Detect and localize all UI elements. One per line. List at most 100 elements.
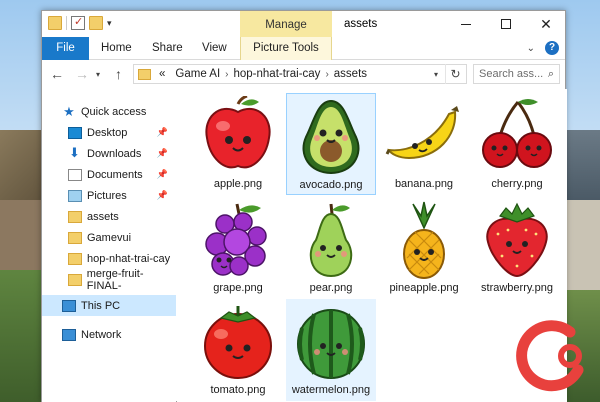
file-name: pear.png: [309, 282, 353, 294]
minimize-icon: [461, 23, 471, 25]
close-button[interactable]: ✕: [526, 11, 566, 37]
sidebar-item-documents[interactable]: Documents 📌: [42, 164, 176, 185]
file-name: tomato.png: [210, 384, 266, 396]
star-icon: ★: [63, 103, 75, 119]
sidebar-item-merge-fruit-final[interactable]: merge-fruit-FINAL-: [42, 267, 176, 292]
file-item-grape[interactable]: grape.png: [193, 197, 283, 299]
sidebar-item-assets[interactable]: assets: [42, 206, 176, 227]
window-title: assets: [344, 18, 378, 30]
pin-icon[interactable]: 📌: [157, 148, 168, 159]
documents-icon: [68, 168, 82, 181]
properties-icon[interactable]: [71, 15, 85, 30]
new-folder-icon[interactable]: [89, 16, 103, 30]
file-name: avocado.png: [299, 179, 363, 191]
background-roof-left: [0, 130, 45, 210]
sidebar-item-label: merge-fruit-FINAL-: [86, 267, 144, 292]
file-item-cherry[interactable]: cherry.png: [472, 93, 562, 195]
tab-manage[interactable]: Manage: [240, 11, 332, 37]
pin-icon[interactable]: 📌: [157, 127, 168, 138]
file-item-banana[interactable]: banana.png: [379, 93, 469, 195]
file-name: strawberry.png: [481, 282, 553, 294]
maximize-button[interactable]: [486, 11, 526, 37]
file-item-pear[interactable]: pear.png: [286, 197, 376, 299]
breadcrumb-game-ai[interactable]: Game AI: [175, 68, 220, 80]
search-icon: ⌕: [547, 67, 554, 80]
search-placeholder: Search ass...: [479, 68, 544, 80]
pear-icon: [291, 199, 371, 281]
customize-toolbar-icon[interactable]: ▾: [107, 18, 112, 29]
tab-file[interactable]: File: [42, 37, 89, 60]
sidebar-item-desktop[interactable]: Desktop 📌: [42, 122, 176, 143]
sidebar-item-gamevui[interactable]: Gamevui: [42, 227, 176, 248]
tomato-icon: [198, 301, 278, 383]
tab-picture-tools[interactable]: Picture Tools: [240, 37, 332, 60]
breadcrumb-separator[interactable]: ›: [325, 69, 328, 80]
navigation-pane: ★ Quick access Desktop 📌 Downloads 📌 Doc…: [42, 89, 176, 402]
address-bar[interactable]: « Game AI › hop-nhat-trai-cay › assets: [133, 64, 467, 84]
title-bar: ▾ Manage assets ✕: [42, 11, 565, 37]
breadcrumb-hop-nhat-trai-cay[interactable]: hop-nhat-trai-cay: [234, 68, 321, 80]
help-icon[interactable]: ?: [545, 41, 559, 55]
pictures-icon: [68, 189, 82, 202]
breadcrumb-separator[interactable]: ›: [225, 69, 228, 80]
folder-icon: [68, 231, 82, 244]
file-list: apple.png avocado.png banana.png cherry.…: [177, 89, 567, 402]
pin-icon[interactable]: 📌: [157, 190, 168, 201]
sidebar-item-this-pc[interactable]: This PC: [42, 295, 176, 316]
minimize-button[interactable]: [446, 11, 486, 37]
desktop-icon: [68, 126, 82, 139]
background-wall-left: [0, 200, 45, 280]
file-name: grape.png: [213, 282, 263, 294]
file-name: apple.png: [213, 178, 263, 190]
qat-separator: [66, 16, 67, 30]
banana-icon: [384, 95, 464, 177]
folder-icon: [68, 273, 82, 286]
forward-icon[interactable]: →: [75, 66, 89, 82]
sidebar-item-label: Quick access: [81, 105, 147, 118]
sidebar-item-label: Desktop: [87, 126, 128, 139]
back-icon[interactable]: ←: [50, 66, 64, 82]
pin-icon[interactable]: 📌: [157, 169, 168, 180]
address-dropdown-icon[interactable]: ▾: [426, 64, 446, 84]
apple-icon: [198, 95, 278, 177]
tab-home[interactable]: Home: [101, 37, 132, 60]
search-input[interactable]: Search ass... ⌕: [473, 64, 560, 84]
sidebar-item-label: Pictures: [87, 189, 127, 202]
ribbon-right-controls: ⌄ ?: [527, 41, 559, 55]
file-name: pineapple.png: [389, 282, 459, 294]
tab-view[interactable]: View: [202, 37, 227, 60]
sidebar-item-quick-access[interactable]: ★ Quick access: [62, 101, 176, 122]
file-name: banana.png: [394, 178, 454, 190]
cherry-icon: [477, 95, 557, 177]
recent-locations-icon[interactable]: ▾: [96, 70, 100, 79]
downloads-icon: [68, 145, 82, 161]
breadcrumb-assets[interactable]: assets: [334, 68, 367, 80]
background-wall-right: [566, 200, 600, 290]
file-item-pineapple[interactable]: pineapple.png: [379, 197, 469, 299]
sidebar-item-downloads[interactable]: Downloads 📌: [42, 143, 176, 164]
sidebar-item-hop-nhat-trai-cay[interactable]: hop-nhat-trai-cay: [42, 248, 176, 269]
file-item-strawberry[interactable]: strawberry.png: [472, 197, 562, 299]
avocado-icon: [291, 96, 371, 178]
file-item-apple[interactable]: apple.png: [193, 93, 283, 195]
file-item-avocado[interactable]: avocado.png: [286, 93, 376, 195]
up-icon[interactable]: ↑: [115, 66, 122, 82]
sidebar-item-label: Documents: [87, 168, 143, 181]
sidebar-item-label: Gamevui: [87, 231, 132, 244]
expand-ribbon-icon[interactable]: ⌄: [527, 43, 535, 54]
file-name: watermelon.png: [291, 384, 371, 396]
refresh-icon[interactable]: ↻: [445, 64, 465, 84]
tab-share[interactable]: Share: [152, 37, 183, 60]
background-bush-left: [0, 270, 45, 402]
computer-icon: [62, 299, 76, 312]
sidebar-item-label: This PC: [81, 299, 121, 312]
watermelon-icon: [291, 301, 371, 383]
breadcrumb-overflow[interactable]: «: [159, 68, 165, 80]
sidebar-item-label: Network: [81, 328, 122, 341]
file-item-watermelon[interactable]: watermelon.png: [286, 299, 376, 401]
folder-icon: [68, 210, 82, 223]
file-item-tomato[interactable]: tomato.png: [193, 299, 283, 401]
sidebar-item-network[interactable]: Network: [42, 324, 176, 345]
sidebar-item-pictures[interactable]: Pictures 📌: [42, 185, 176, 206]
folder-icon: [138, 68, 151, 80]
